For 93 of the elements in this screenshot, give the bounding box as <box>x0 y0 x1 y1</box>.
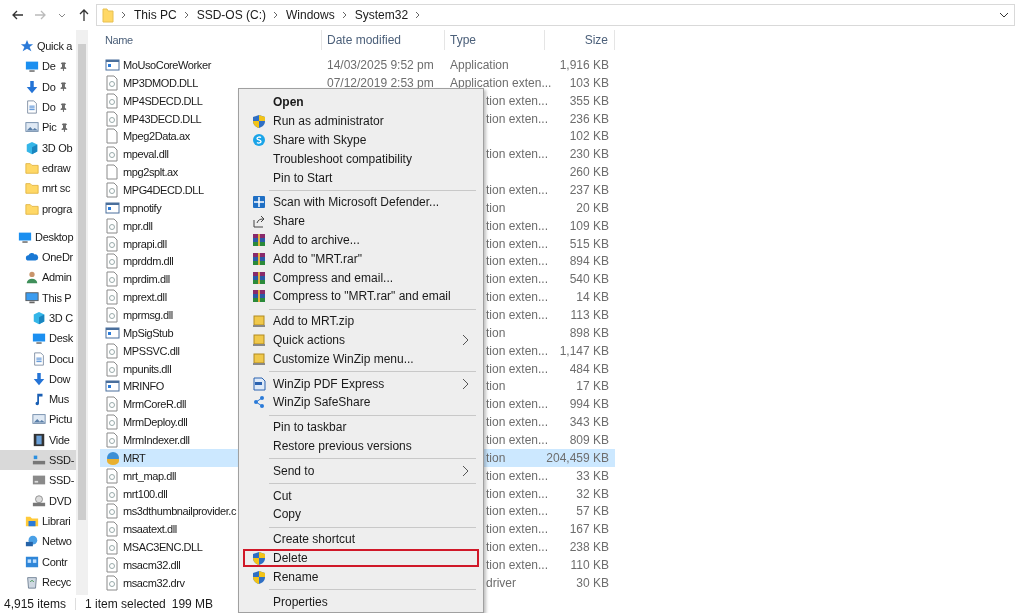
file-name: msacm32.drv <box>123 576 185 589</box>
file-name: mprdim.dll <box>123 273 170 286</box>
file-name: MrmIndexer.dll <box>123 433 190 446</box>
file-name: mpnotify <box>123 201 162 214</box>
file-name: msacm32.dll <box>123 559 181 571</box>
file-size: 343 KB <box>569 415 609 430</box>
file-name: MSAC3ENC.DLL <box>123 541 203 554</box>
file-size: 57 KB <box>576 504 609 519</box>
file-name: MRINFO <box>123 380 164 393</box>
file-size: 33 KB <box>576 468 609 483</box>
file-size: 167 KB <box>569 522 609 537</box>
file-name: MPSSVC.dll <box>123 344 180 357</box>
file-name: mprext.dll <box>123 291 167 304</box>
file-name: mpunits.dll <box>123 362 172 375</box>
file-type: tion exten... <box>486 540 549 555</box>
file-type: tion exten... <box>486 290 549 305</box>
file-type: tion exten... <box>486 558 549 572</box>
file-size: 17 KB <box>576 379 609 394</box>
file-type: tion exten... <box>486 504 549 519</box>
file-size: 355 KB <box>569 93 609 108</box>
file-type: tion exten... <box>486 343 549 358</box>
file-type: tion exten... <box>486 432 549 447</box>
item-count: 4,915 items <box>4 597 67 611</box>
file-size: 994 KB <box>569 397 609 412</box>
file-name: msaatext.dll <box>123 523 177 536</box>
file-size: 102 KB <box>569 129 609 144</box>
file-type: tion exten... <box>486 182 549 197</box>
file-size: 109 KB <box>569 218 609 233</box>
file-size: 237 KB <box>569 182 609 197</box>
file-type: driver <box>486 575 516 590</box>
file-name: MP43DECD.DLL <box>123 112 202 125</box>
file-name: Mpeg2Data.ax <box>123 130 190 143</box>
file-type: tion <box>486 200 506 215</box>
file-size: 809 KB <box>569 432 609 447</box>
selection-size: 199 MB <box>171 597 214 611</box>
file-type: tion exten... <box>486 415 549 430</box>
file-size: 103 KB <box>569 75 609 90</box>
file-type: Application <box>450 57 509 72</box>
file-type: tion <box>486 379 506 394</box>
file-size: 1,916 KB <box>559 57 609 72</box>
file-name: mpeval.dll <box>123 148 169 161</box>
file-type: tion exten... <box>486 468 549 483</box>
file-size: 14 KB <box>576 290 609 305</box>
file-name: MpSigStub <box>123 326 174 339</box>
file-type: tion <box>486 325 506 340</box>
file-size: 110 KB <box>570 558 609 572</box>
file-size: 1,147 KB <box>559 343 609 358</box>
file-name: MoUsoCoreWorker <box>123 58 211 71</box>
file-type: tion exten... <box>486 397 549 412</box>
file-type: tion exten... <box>486 272 549 287</box>
file-size: 260 KB <box>569 165 609 180</box>
file-name: mpr.dll <box>123 219 153 232</box>
file-size: 30 KB <box>576 575 609 590</box>
file-name: mprddm.dll <box>123 255 174 268</box>
file-type: Application exten... <box>450 75 552 90</box>
file-type: tion exten... <box>486 307 549 322</box>
file-name: MPG4DECD.DLL <box>123 183 204 196</box>
file-size: 898 KB <box>569 325 609 340</box>
file-size: 204,459 KB <box>546 450 609 465</box>
file-name: mprmsg.dll <box>123 308 173 321</box>
file-size: 20 KB <box>576 200 609 215</box>
selection-info: 1 item selected <box>85 597 166 611</box>
file-name: mprapi.dll <box>123 237 167 250</box>
file-type: tion exten... <box>486 93 549 108</box>
file-size: 540 KB <box>569 272 609 287</box>
file-type: tion exten... <box>486 147 549 162</box>
file-type: tion exten... <box>486 254 549 269</box>
file-name: mrt_map.dll <box>123 469 177 482</box>
file-type: tion exten... <box>486 218 549 233</box>
file-size: 230 KB <box>569 147 609 162</box>
file-name: mrt100.dll <box>123 487 168 500</box>
file-size: 515 KB <box>569 236 609 251</box>
file-name: MP3DMOD.DLL <box>123 76 199 89</box>
file-size: 238 KB <box>569 540 609 555</box>
file-type: tion <box>486 450 506 465</box>
file-name: MP4SDECD.DLL <box>123 94 203 107</box>
date-modified: 07/12/2019 2:53 pm <box>327 75 434 90</box>
file-type: tion exten... <box>486 522 549 537</box>
file-type: tion exten... <box>486 111 549 126</box>
file-size: 484 KB <box>569 361 609 376</box>
file-name: MRT <box>123 451 146 464</box>
date-modified: 14/03/2025 9:52 pm <box>327 57 434 72</box>
file-size: 236 KB <box>569 111 609 126</box>
file-size: 894 KB <box>569 254 609 269</box>
file-name: ms3dthumbnailprovider.c <box>123 505 237 518</box>
file-name: MrmCoreR.dll <box>123 398 187 411</box>
file-name: mpg2splt.ax <box>123 166 178 179</box>
file-size: 32 KB <box>576 486 609 501</box>
file-type: tion exten... <box>486 361 549 376</box>
file-name: MrmDeploy.dll <box>123 416 188 429</box>
file-type: tion exten... <box>486 486 549 501</box>
file-size: 113 KB <box>570 307 609 322</box>
file-type: tion exten... <box>486 236 549 251</box>
